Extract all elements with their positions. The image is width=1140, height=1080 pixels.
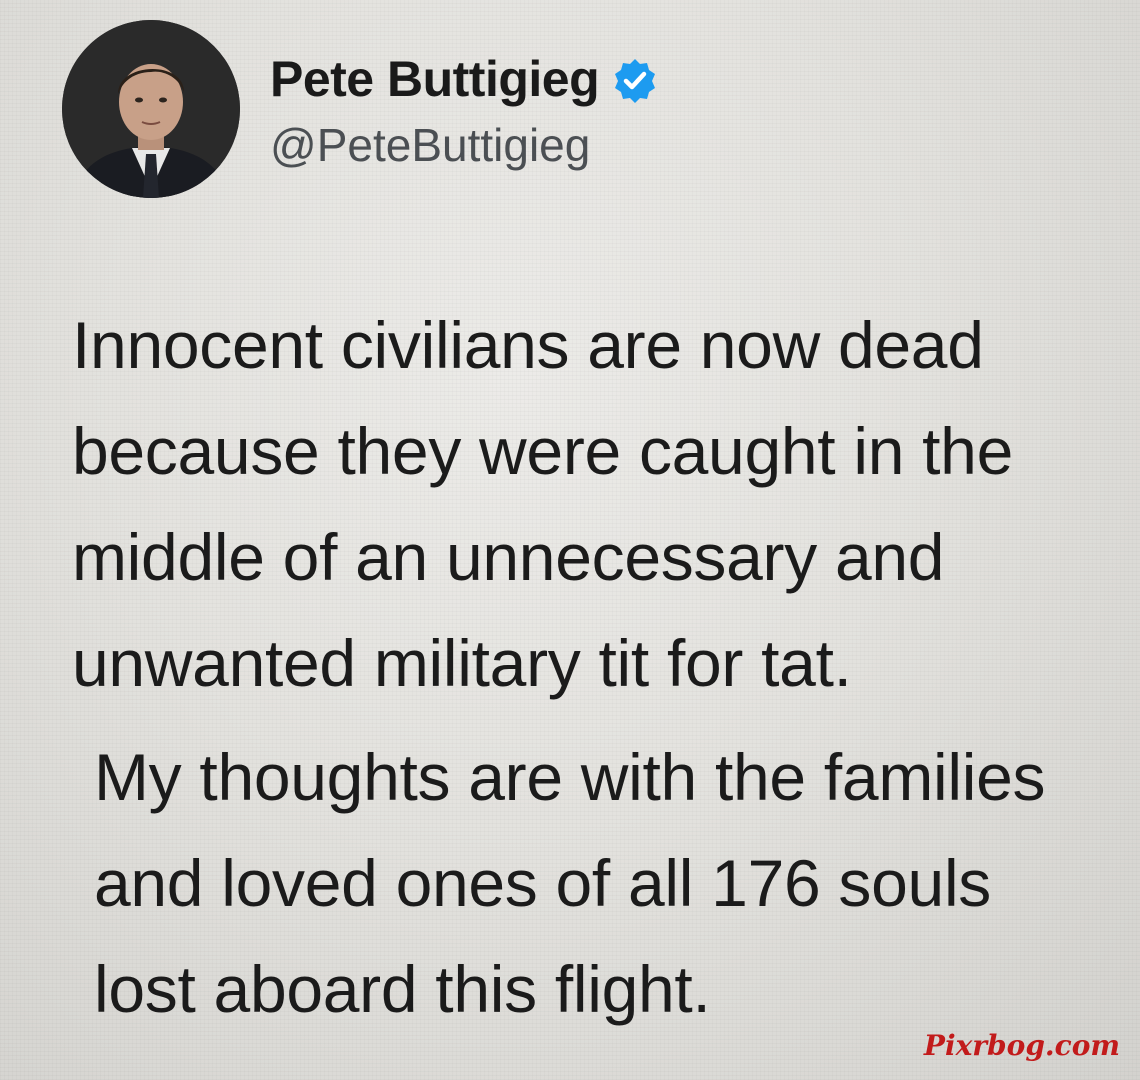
tweet-card: Pete Buttigieg @PeteButtigieg Innocent c…: [0, 0, 1140, 1080]
author-name[interactable]: Pete Buttigieg: [270, 50, 600, 108]
watermark: Pixrbog.com: [923, 1029, 1120, 1062]
author-handle[interactable]: @PeteButtigieg: [270, 118, 590, 172]
avatar[interactable]: [62, 20, 240, 198]
tweet-paragraph: Innocent civilians are now dead because …: [72, 308, 1013, 700]
verified-badge-icon: [611, 57, 659, 105]
profile-photo-icon: [62, 20, 240, 198]
tweet-paragraph: My thoughts are with the families and lo…: [94, 740, 1046, 1026]
author-name-row: Pete Buttigieg: [270, 50, 659, 108]
tweet-text: Innocent civilians are now dead because …: [72, 292, 1102, 1042]
